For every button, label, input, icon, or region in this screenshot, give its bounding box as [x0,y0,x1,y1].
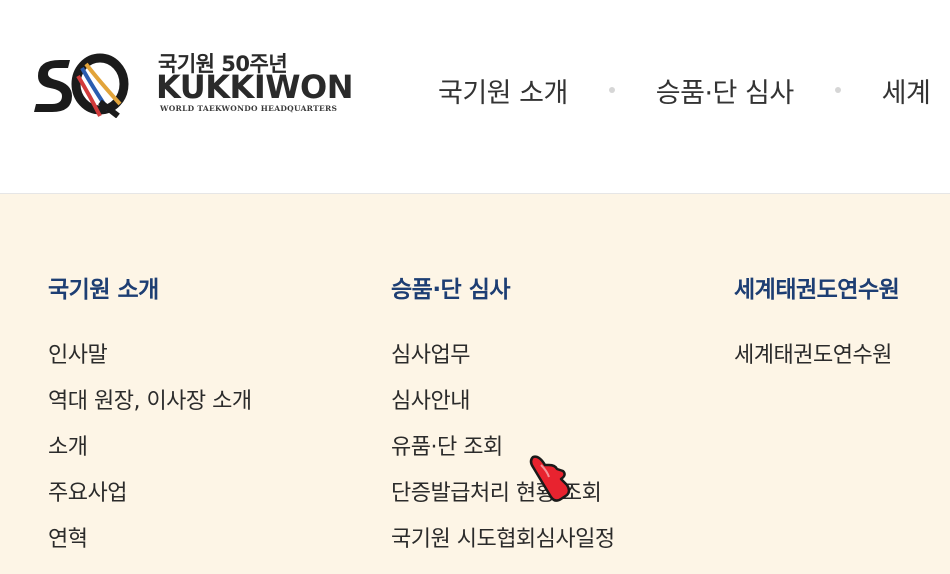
nav-item-academy[interactable]: 세계 [882,71,931,110]
menu-link-history[interactable]: 연혁 [48,517,252,563]
dot-separator-icon [608,87,615,93]
nav-item-promotion-exam[interactable]: 승품·단 심사 [656,71,794,110]
logo-tagline-text: WORLD TAEKWONDO HEADQUARTERS [160,104,338,113]
kukkiwon-logo[interactable]: 국기원 50주년 KUKKIWON WORLD TAEKWONDO HEADQU… [30,46,354,118]
column-title[interactable]: 국기원 소개 [48,272,252,308]
mega-menu-column-promotion-exam: 승품·단 심사 심사업무 심사안내 유품·단 조회 단증발급처리 현황 조회 국… [391,272,615,563]
menu-link-exam-work[interactable]: 심사업무 [391,333,615,379]
column-title[interactable]: 승품·단 심사 [391,272,615,308]
dot-separator-icon [834,87,841,93]
fifty-anniversary-logo-icon [34,53,129,118]
column-link-list: 세계태권도연수원 [734,333,899,379]
column-link-list: 심사업무 심사안내 유품·단 조회 단증발급처리 현황 조회 국기원 시도협회심… [391,333,615,563]
menu-link-exam-guide[interactable]: 심사안내 [391,379,615,425]
nav-item-about[interactable]: 국기원 소개 [438,71,568,110]
menu-link-main-projects[interactable]: 주요사업 [48,471,252,517]
menu-link-greeting[interactable]: 인사말 [48,333,252,379]
global-nav: 국기원 소개 승품·단 심사 세계 [438,70,931,110]
column-link-list: 인사말 역대 원장, 이사장 소개 소개 주요사업 연혁 [48,333,252,563]
menu-link-introduction[interactable]: 소개 [48,425,252,471]
mega-menu-column-academy: 세계태권도연수원 세계태권도연수원 [734,272,900,379]
logo-name-text: KUKKIWON [156,68,354,106]
site-header: 국기원 50주년 KUKKIWON WORLD TAEKWONDO HEADQU… [0,0,950,194]
menu-link-academy[interactable]: 세계태권도연수원 [734,333,899,379]
column-title[interactable]: 세계태권도연수원 [734,272,900,308]
menu-link-past-presidents[interactable]: 역대 원장, 이사장 소개 [48,379,252,425]
menu-link-regional-exam-schedule[interactable]: 국기원 시도협회심사일정 [391,517,615,563]
menu-link-dan-poom-lookup[interactable]: 유품·단 조회 [391,425,615,471]
mega-menu-column-about: 국기원 소개 인사말 역대 원장, 이사장 소개 소개 주요사업 연혁 [48,272,252,563]
mega-menu-panel: 국기원 소개 인사말 역대 원장, 이사장 소개 소개 주요사업 연혁 승품·단… [0,194,950,574]
menu-link-certificate-status[interactable]: 단증발급처리 현황 조회 [391,471,615,517]
